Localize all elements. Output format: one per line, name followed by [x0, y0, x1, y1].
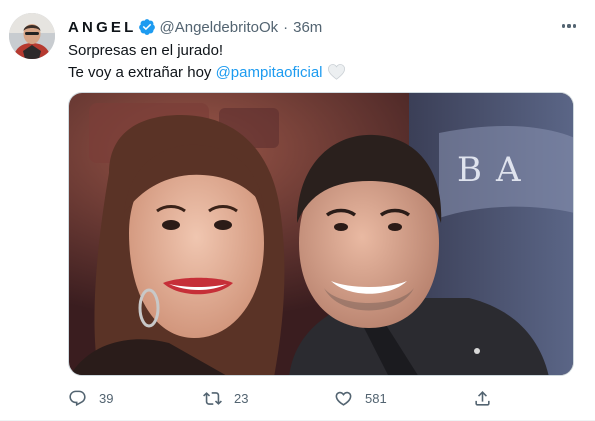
tweet-card[interactable]: ANGEL @AngeldebritoOk · 36m Sorpresas en… — [0, 0, 595, 421]
retweet-button[interactable]: 23 — [203, 384, 248, 412]
share-icon — [475, 390, 490, 406]
tweet-header: ANGEL @AngeldebritoOk · 36m — [68, 16, 322, 38]
photo-backdrop-text: BA — [457, 150, 535, 190]
white-heart-emoji-icon — [327, 64, 345, 80]
avatar[interactable] — [9, 13, 55, 59]
author-display-name[interactable]: ANGEL — [68, 19, 137, 36]
photo-image: BA — [69, 93, 573, 375]
like-button[interactable]: 581 — [334, 384, 387, 412]
tweet-timestamp[interactable]: 36m — [293, 19, 322, 36]
avatar-image — [9, 13, 55, 59]
tweet-text-prefix: Te voy a extrañar hoy — [68, 64, 216, 81]
reply-count: 39 — [99, 390, 114, 406]
author-handle[interactable]: @AngeldebritoOk — [160, 19, 279, 36]
mention-link[interactable]: @pampitaoficial — [216, 64, 323, 81]
tweet-text-line-1: Sorpresas en el jurado! — [68, 42, 224, 59]
reply-button[interactable]: 39 — [68, 384, 113, 412]
retweet-icon — [203, 391, 222, 405]
like-count: 581 — [365, 390, 387, 406]
tweet-actions: 39 23 581 — [68, 384, 528, 412]
verified-badge-icon — [138, 19, 155, 35]
heart-icon — [335, 391, 352, 406]
tweet-text-line-2: Te voy a extrañar hoy @pampitaoficial — [68, 62, 346, 84]
share-button[interactable] — [473, 384, 492, 412]
retweet-count: 23 — [234, 390, 249, 406]
reply-icon — [69, 390, 86, 406]
separator-dot: · — [283, 18, 289, 36]
tweet-text: Sorpresas en el jurado! Te voy a extraña… — [68, 40, 346, 84]
tweet-photo[interactable]: BA — [68, 92, 574, 376]
more-options-icon[interactable] — [557, 14, 581, 38]
